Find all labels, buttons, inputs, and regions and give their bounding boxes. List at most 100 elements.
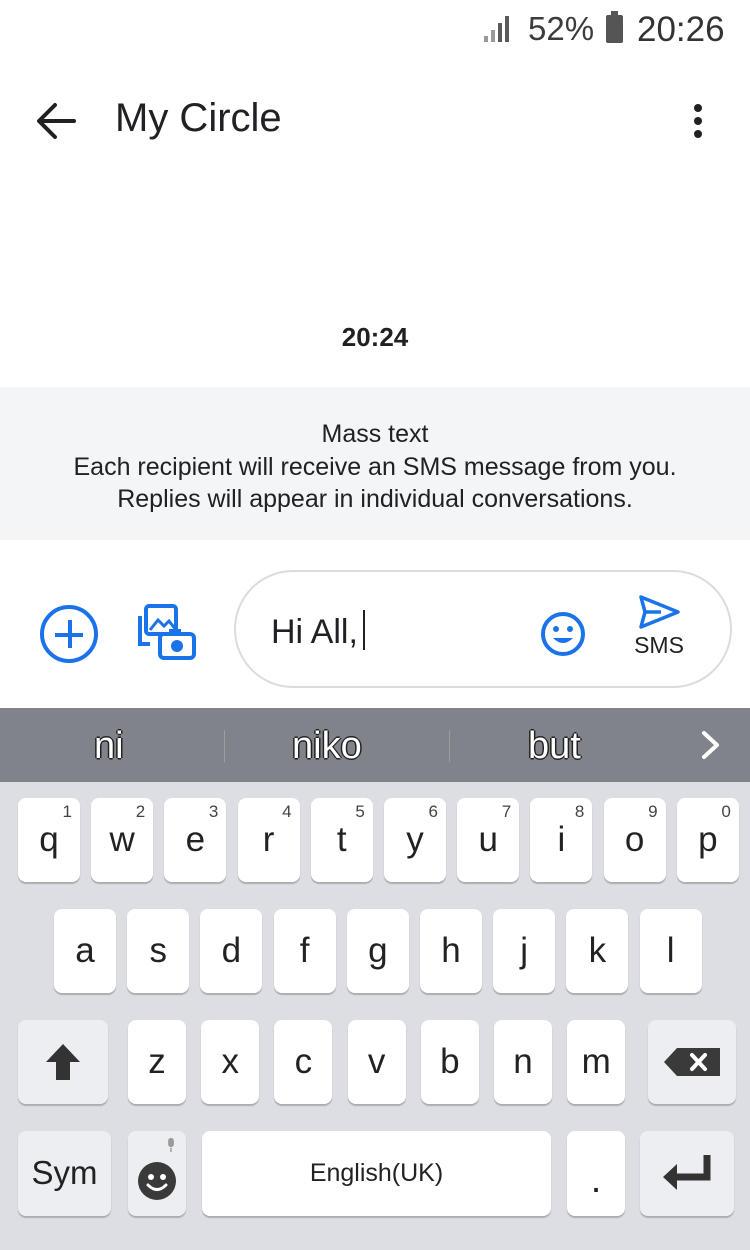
key-e[interactable]: e3	[164, 798, 227, 882]
gallery-camera-icon[interactable]	[136, 602, 198, 662]
chevron-right-icon[interactable]	[696, 730, 724, 760]
conversation-title: My Circle	[115, 96, 282, 140]
key-label: e	[185, 820, 206, 859]
add-attachment-icon[interactable]	[40, 605, 98, 663]
key-label: q	[39, 820, 59, 859]
key-label: y	[406, 820, 424, 859]
key-x[interactable]: x	[201, 1020, 260, 1104]
key-u[interactable]: u7	[457, 798, 520, 882]
key-label: i	[557, 820, 566, 859]
key-d[interactable]: d	[200, 909, 263, 993]
signal-icon	[484, 16, 509, 42]
key-label: h	[441, 931, 461, 970]
status-bar: 52% 20:26	[0, 0, 750, 60]
key-h[interactable]: h	[420, 909, 482, 993]
key-s[interactable]: s	[127, 909, 190, 993]
key-label: n	[513, 1042, 533, 1081]
shift-icon	[46, 1044, 80, 1080]
key-b[interactable]: b	[420, 1020, 479, 1104]
back-arrow-icon[interactable]	[30, 96, 80, 146]
key-label: z	[148, 1042, 166, 1081]
key-label: a	[75, 931, 95, 970]
key-number-hint: 0	[721, 802, 731, 821]
suggestion-2[interactable]: niko	[292, 725, 362, 768]
sym-key-label: Sym	[31, 1154, 98, 1191]
mass-text-notice: Mass text Each recipient will receive an…	[0, 387, 750, 540]
send-label: SMS	[634, 632, 684, 658]
period-key[interactable]: .	[567, 1131, 625, 1216]
message-input[interactable]: Hi All, SMS	[234, 570, 732, 688]
key-label: r	[262, 820, 275, 859]
more-options-icon[interactable]	[680, 96, 716, 146]
key-m[interactable]: m	[567, 1020, 626, 1104]
emoji-icon[interactable]	[539, 610, 587, 658]
key-number-hint: 2	[135, 802, 146, 821]
key-label: j	[520, 931, 529, 970]
key-label: l	[666, 931, 675, 970]
key-number-hint: 9	[648, 802, 658, 821]
key-label: u	[478, 820, 498, 859]
message-text-field[interactable]: Hi All,	[271, 610, 365, 652]
key-c[interactable]: c	[274, 1020, 333, 1104]
key-label: x	[221, 1042, 239, 1081]
app-bar: My Circle	[0, 70, 750, 170]
emoji-icon	[138, 1162, 176, 1200]
key-number-hint: 7	[501, 802, 512, 821]
keyboard: q1w2e3r4t5y6u7i8o9p0 asdfghjkl zxcvbnm S…	[0, 782, 750, 1250]
status-time: 20:26	[637, 10, 725, 49]
key-number-hint: 5	[355, 802, 365, 821]
enter-key[interactable]	[640, 1131, 734, 1216]
key-number-hint: 6	[428, 802, 438, 821]
backspace-icon	[664, 1048, 720, 1076]
enter-icon	[663, 1155, 711, 1190]
text-caret	[362, 610, 365, 650]
key-k[interactable]: k	[566, 909, 629, 993]
key-label: o	[624, 820, 645, 859]
key-j[interactable]: j	[493, 909, 556, 993]
send-sms-button[interactable]: SMS	[628, 594, 690, 672]
key-o[interactable]: o9	[603, 798, 666, 882]
message-text: Hi All,	[271, 613, 358, 651]
key-f[interactable]: f	[273, 909, 336, 993]
key-number-hint: 3	[208, 802, 219, 821]
key-n[interactable]: n	[494, 1020, 552, 1104]
notice-line-1: Each recipient will receive an SMS messa…	[73, 452, 677, 481]
key-label: f	[299, 931, 310, 970]
key-v[interactable]: v	[347, 1020, 406, 1104]
key-number-hint: 8	[574, 802, 585, 821]
emoji-key[interactable]	[128, 1131, 186, 1216]
notice-line-2: Replies will appear in individual conver…	[117, 485, 633, 513]
key-label: k	[588, 931, 607, 970]
key-label: b	[440, 1042, 460, 1081]
message-timestamp: 20:24	[341, 322, 409, 352]
suggestion-3[interactable]: but	[528, 725, 581, 768]
key-z[interactable]: z	[128, 1020, 186, 1104]
shift-key[interactable]	[18, 1020, 108, 1104]
suggestion-1[interactable]: ni	[94, 725, 124, 768]
key-label: v	[367, 1042, 386, 1081]
sym-key[interactable]: Sym	[18, 1131, 111, 1216]
key-i[interactable]: i8	[530, 798, 593, 882]
key-l[interactable]: l	[639, 909, 702, 993]
key-label: g	[368, 931, 388, 970]
key-w[interactable]: w2	[91, 798, 154, 882]
key-label: c	[294, 1042, 313, 1081]
backspace-key[interactable]	[648, 1020, 736, 1104]
key-label: d	[221, 931, 242, 970]
key-a[interactable]: a	[54, 909, 116, 993]
key-label: s	[149, 931, 167, 970]
key-number-hint: 4	[282, 802, 292, 821]
key-r[interactable]: r4	[237, 798, 300, 882]
key-t[interactable]: t5	[310, 798, 373, 882]
key-label: w	[109, 820, 135, 859]
key-label: m	[581, 1042, 611, 1081]
space-key[interactable]: English(UK)	[202, 1131, 551, 1216]
key-q[interactable]: q1	[18, 798, 80, 882]
key-g[interactable]: g	[346, 909, 409, 993]
key-p[interactable]: p0	[676, 798, 739, 882]
key-number-hint: 1	[62, 802, 72, 821]
period-key-label: .	[590, 1159, 602, 1201]
key-y[interactable]: y6	[384, 798, 446, 882]
space-key-label: English(UK)	[309, 1159, 444, 1187]
battery-percent: 52%	[528, 10, 595, 47]
